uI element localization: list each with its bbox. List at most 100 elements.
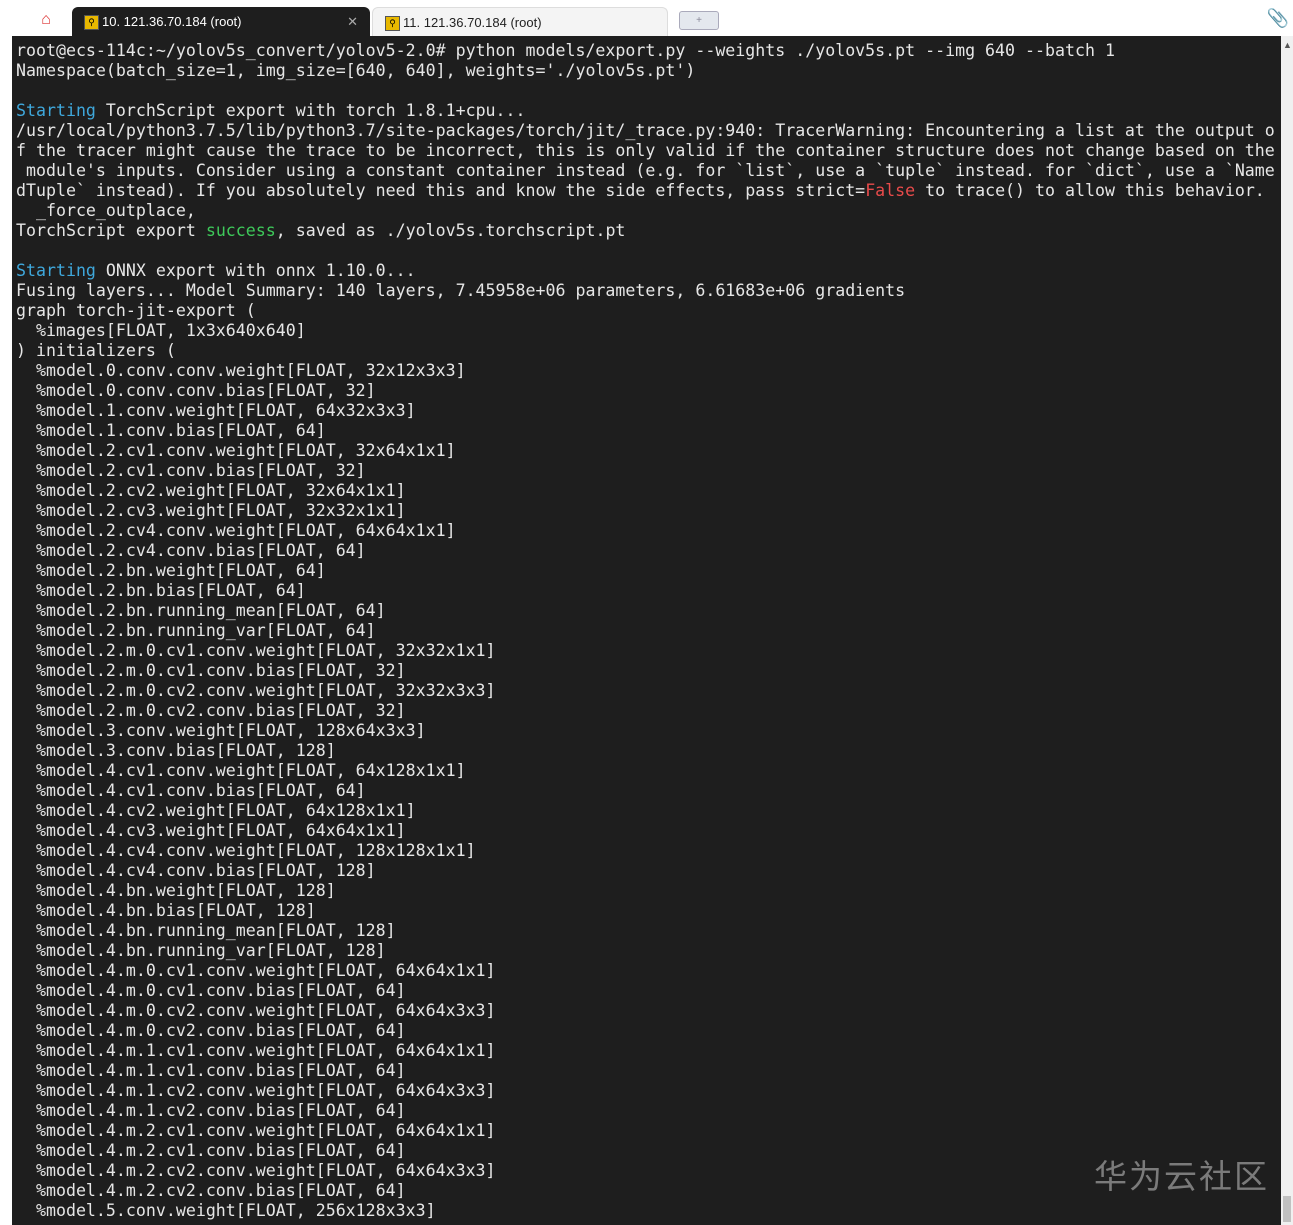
- terminal-line: Starting TorchScript export with torch 1…: [16, 101, 1275, 121]
- terminal-line: %model.4.m.0.cv2.conv.bias[FLOAT, 64]: [16, 1021, 1275, 1041]
- terminal-line: %model.2.m.0.cv2.conv.weight[FLOAT, 32x3…: [16, 681, 1275, 701]
- terminal-text: %model.5.conv.weight[FLOAT, 256x128x3x3]: [16, 1201, 436, 1220]
- terminal-line: %model.4.cv4.conv.bias[FLOAT, 128]: [16, 861, 1275, 881]
- terminal-line: module's inputs. Consider using a consta…: [16, 161, 1275, 181]
- paperclip-icon[interactable]: 📎: [1267, 8, 1289, 29]
- terminal-text: %model.4.m.2.cv1.conv.weight[FLOAT, 64x6…: [16, 1121, 496, 1140]
- terminal-line: %model.4.cv2.weight[FLOAT, 64x128x1x1]: [16, 801, 1275, 821]
- terminal-text: %model.2.bn.running_var[FLOAT, 64]: [16, 621, 376, 640]
- terminal-line: %model.1.conv.bias[FLOAT, 64]: [16, 421, 1275, 441]
- terminal-line: %model.2.bn.running_var[FLOAT, 64]: [16, 621, 1275, 641]
- terminal-line: %model.3.conv.weight[FLOAT, 128x64x3x3]: [16, 721, 1275, 741]
- terminal-text: %model.4.m.2.cv2.conv.bias[FLOAT, 64]: [16, 1181, 406, 1200]
- terminal-line: %model.4.bn.running_mean[FLOAT, 128]: [16, 921, 1275, 941]
- terminal-text: TorchScript export: [16, 221, 206, 240]
- terminal-line: %model.0.conv.conv.bias[FLOAT, 32]: [16, 381, 1275, 401]
- tab-bar: ⌂ ⚲ 10. 121.36.70.184 (root) ✕ ⚲ 11. 121…: [0, 0, 1293, 36]
- terminal-text: %model.2.cv1.conv.weight[FLOAT, 32x64x1x…: [16, 441, 456, 460]
- tab-label: 10. 121.36.70.184 (root): [102, 14, 242, 29]
- terminal-text: %model.4.m.0.cv1.conv.weight[FLOAT, 64x6…: [16, 961, 496, 980]
- terminal-line: %model.0.conv.conv.weight[FLOAT, 32x12x3…: [16, 361, 1275, 381]
- terminal-text: %model.4.cv1.conv.weight[FLOAT, 64x128x1…: [16, 761, 466, 780]
- terminal-line: %model.2.bn.running_mean[FLOAT, 64]: [16, 601, 1275, 621]
- terminal-line: %model.2.bn.weight[FLOAT, 64]: [16, 561, 1275, 581]
- terminal-text: %model.4.bn.running_var[FLOAT, 128]: [16, 941, 386, 960]
- terminal-text: Starting: [16, 101, 96, 120]
- terminal-text: %model.2.cv1.conv.bias[FLOAT, 32]: [16, 461, 366, 480]
- scrollbar[interactable]: ▲: [1281, 36, 1293, 1225]
- watermark: 华为云社区: [1094, 1158, 1269, 1195]
- terminal-text: _force_outplace,: [16, 201, 196, 220]
- terminal-line: %model.2.cv1.conv.bias[FLOAT, 32]: [16, 461, 1275, 481]
- terminal-line: %model.2.m.0.cv1.conv.weight[FLOAT, 32x3…: [16, 641, 1275, 661]
- scroll-up-icon[interactable]: ▲: [1283, 40, 1292, 50]
- terminal-line: Namespace(batch_size=1, img_size=[640, 6…: [16, 61, 1275, 81]
- terminal-text: %model.2.cv4.conv.weight[FLOAT, 64x64x1x…: [16, 521, 456, 540]
- terminal-text: %model.4.bn.bias[FLOAT, 128]: [16, 901, 316, 920]
- terminal-text: %model.2.cv3.weight[FLOAT, 32x32x1x1]: [16, 501, 406, 520]
- terminal-line: %model.4.m.2.cv1.conv.weight[FLOAT, 64x6…: [16, 1121, 1275, 1141]
- terminal-line: %model.2.bn.bias[FLOAT, 64]: [16, 581, 1275, 601]
- key-icon: ⚲: [385, 16, 400, 31]
- terminal-text: %model.4.cv4.conv.bias[FLOAT, 128]: [16, 861, 376, 880]
- terminal-text: /usr/local/python3.7.5/lib/python3.7/sit…: [16, 121, 1275, 140]
- home-icon[interactable]: ⌂: [30, 8, 62, 32]
- terminal-text: Namespace(batch_size=1, img_size=[640, 6…: [16, 61, 696, 80]
- terminal-line: TorchScript export success, saved as ./y…: [16, 221, 1275, 241]
- terminal-line: root@ecs-114c:~/yolov5s_convert/yolov5-2…: [16, 41, 1275, 61]
- terminal-text: module's inputs. Consider using a consta…: [16, 161, 1275, 180]
- terminal-line: %model.4.m.1.cv2.conv.bias[FLOAT, 64]: [16, 1101, 1275, 1121]
- terminal-line: graph torch-jit-export (: [16, 301, 1275, 321]
- terminal-text: %model.1.conv.bias[FLOAT, 64]: [16, 421, 326, 440]
- new-tab-button[interactable]: +: [679, 11, 719, 30]
- terminal-line: %model.4.bn.bias[FLOAT, 128]: [16, 901, 1275, 921]
- terminal-line: %model.4.bn.weight[FLOAT, 128]: [16, 881, 1275, 901]
- terminal-text: , saved as ./yolov5s.torchscript.pt: [275, 221, 626, 240]
- terminal-text: %images[FLOAT, 1x3x640x640]: [16, 321, 306, 340]
- terminal-text: %model.2.m.0.cv1.conv.bias[FLOAT, 32]: [16, 661, 406, 680]
- tab-session-10[interactable]: ⚲ 10. 121.36.70.184 (root) ✕: [72, 7, 370, 36]
- terminal-text: %model.3.conv.weight[FLOAT, 128x64x3x3]: [16, 721, 426, 740]
- terminal-line: %model.4.m.0.cv1.conv.bias[FLOAT, 64]: [16, 981, 1275, 1001]
- terminal-text: %model.4.m.2.cv1.conv.bias[FLOAT, 64]: [16, 1141, 406, 1160]
- terminal-text: root@ecs-114c:~/yolov5s_convert/yolov5-2…: [16, 41, 1115, 60]
- terminal-text: %model.2.m.0.cv2.conv.weight[FLOAT, 32x3…: [16, 681, 496, 700]
- terminal-line: %model.4.bn.running_var[FLOAT, 128]: [16, 941, 1275, 961]
- terminal-text: %model.2.cv4.conv.bias[FLOAT, 64]: [16, 541, 366, 560]
- terminal-line: %model.3.conv.bias[FLOAT, 128]: [16, 741, 1275, 761]
- terminal-text: %model.2.bn.bias[FLOAT, 64]: [16, 581, 306, 600]
- key-icon: ⚲: [84, 15, 99, 30]
- terminal-text: %model.0.conv.conv.weight[FLOAT, 32x12x3…: [16, 361, 466, 380]
- terminal-output: root@ecs-114c:~/yolov5s_convert/yolov5-2…: [16, 41, 1275, 1221]
- terminal-line: %model.4.m.2.cv2.conv.weight[FLOAT, 64x6…: [16, 1161, 1275, 1181]
- terminal-line: %model.4.m.1.cv1.conv.weight[FLOAT, 64x6…: [16, 1041, 1275, 1061]
- scrollbar-thumb[interactable]: [1283, 1196, 1291, 1222]
- terminal-text: %model.4.cv2.weight[FLOAT, 64x128x1x1]: [16, 801, 416, 820]
- terminal-text: ) initializers (: [16, 341, 176, 360]
- terminal-line: %model.1.conv.weight[FLOAT, 64x32x3x3]: [16, 401, 1275, 421]
- terminal-line: %model.4.m.0.cv1.conv.weight[FLOAT, 64x6…: [16, 961, 1275, 981]
- terminal-line: Starting ONNX export with onnx 1.10.0...: [16, 261, 1275, 281]
- terminal-text: %model.0.conv.conv.bias[FLOAT, 32]: [16, 381, 376, 400]
- terminal-line: %model.4.m.2.cv2.conv.bias[FLOAT, 64]: [16, 1181, 1275, 1201]
- terminal-text: f the tracer might cause the trace to be…: [16, 141, 1275, 160]
- terminal-text: %model.3.conv.bias[FLOAT, 128]: [16, 741, 336, 760]
- tab-session-11[interactable]: ⚲ 11. 121.36.70.184 (root): [372, 7, 668, 36]
- terminal-text: %model.1.conv.weight[FLOAT, 64x32x3x3]: [16, 401, 416, 420]
- terminal-line: %model.2.cv3.weight[FLOAT, 32x32x1x1]: [16, 501, 1275, 521]
- terminal-text: %model.4.m.0.cv2.conv.weight[FLOAT, 64x6…: [16, 1001, 496, 1020]
- close-tab-icon[interactable]: ✕: [347, 7, 358, 36]
- terminal-text: TorchScript export with torch 1.8.1+cpu.…: [95, 101, 526, 120]
- terminal-line: %model.2.m.0.cv1.conv.bias[FLOAT, 32]: [16, 661, 1275, 681]
- terminal-line: dTuple` instead). If you absolutely need…: [16, 181, 1275, 201]
- terminal-text: %model.4.cv3.weight[FLOAT, 64x64x1x1]: [16, 821, 406, 840]
- terminal-text: %model.4.m.1.cv1.conv.bias[FLOAT, 64]: [16, 1061, 406, 1080]
- terminal-text: %model.4.bn.running_mean[FLOAT, 128]: [16, 921, 396, 940]
- terminal-text: %model.4.m.1.cv1.conv.weight[FLOAT, 64x6…: [16, 1041, 496, 1060]
- terminal[interactable]: root@ecs-114c:~/yolov5s_convert/yolov5-2…: [12, 36, 1281, 1225]
- terminal-text: dTuple` instead). If you absolutely need…: [16, 181, 866, 200]
- terminal-text: Starting: [16, 261, 96, 280]
- terminal-text: %model.4.cv4.conv.weight[FLOAT, 128x128x…: [16, 841, 476, 860]
